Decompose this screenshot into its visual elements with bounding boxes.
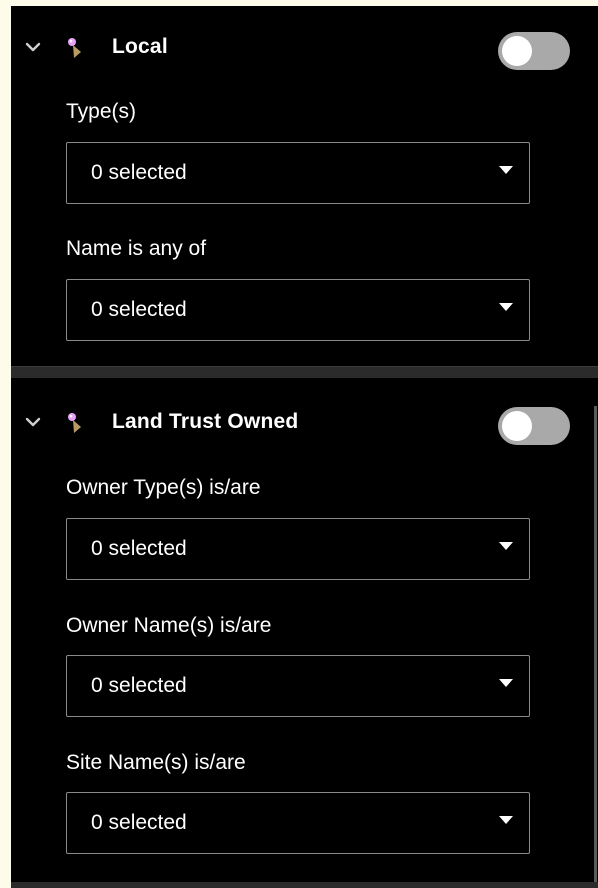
owner-types-select[interactable]: 0 selected (66, 518, 530, 580)
dropdown-caret-icon (499, 303, 513, 311)
filter-group-land-trust-owned: Land Trust Owned Owner Type(s) is/are 0 … (11, 378, 598, 882)
group-title: Land Trust Owned (112, 410, 299, 433)
field-label-site-names: Site Name(s) is/are (66, 751, 246, 774)
filter-panel: Local Type(s) 0 selected Name is any of … (11, 6, 598, 888)
field-label-owner-names: Owner Name(s) is/are (66, 614, 272, 637)
group-title: Local (112, 35, 168, 58)
field-label-types: Type(s) (66, 100, 137, 123)
field-label-owner-types: Owner Type(s) is/are (66, 476, 261, 499)
dropdown-caret-icon (499, 816, 513, 824)
select-value: 0 selected (91, 674, 187, 697)
dropdown-caret-icon (499, 542, 513, 550)
section-divider (11, 366, 598, 378)
toggle-knob (502, 36, 532, 66)
site-names-select[interactable]: 0 selected (66, 792, 530, 854)
filter-group-local: Local Type(s) 0 selected Name is any of … (11, 6, 598, 366)
section-divider (11, 882, 598, 888)
toggle-knob (502, 411, 532, 441)
dropdown-caret-icon (499, 679, 513, 687)
select-value: 0 selected (91, 537, 187, 560)
map-pin-icon (68, 38, 81, 58)
map-pin-icon (68, 413, 81, 433)
group-toggle[interactable] (498, 32, 570, 70)
field-label-name: Name is any of (66, 237, 207, 260)
dropdown-caret-icon (499, 166, 513, 174)
select-value: 0 selected (91, 161, 187, 184)
types-select[interactable]: 0 selected (66, 142, 530, 204)
group-toggle[interactable] (498, 407, 570, 445)
select-value: 0 selected (91, 298, 187, 321)
name-select[interactable]: 0 selected (66, 279, 530, 341)
select-value: 0 selected (91, 811, 187, 834)
chevron-down-icon[interactable] (25, 416, 41, 428)
scrollbar[interactable] (594, 406, 597, 882)
owner-names-select[interactable]: 0 selected (66, 655, 530, 717)
chevron-down-icon[interactable] (25, 41, 41, 53)
